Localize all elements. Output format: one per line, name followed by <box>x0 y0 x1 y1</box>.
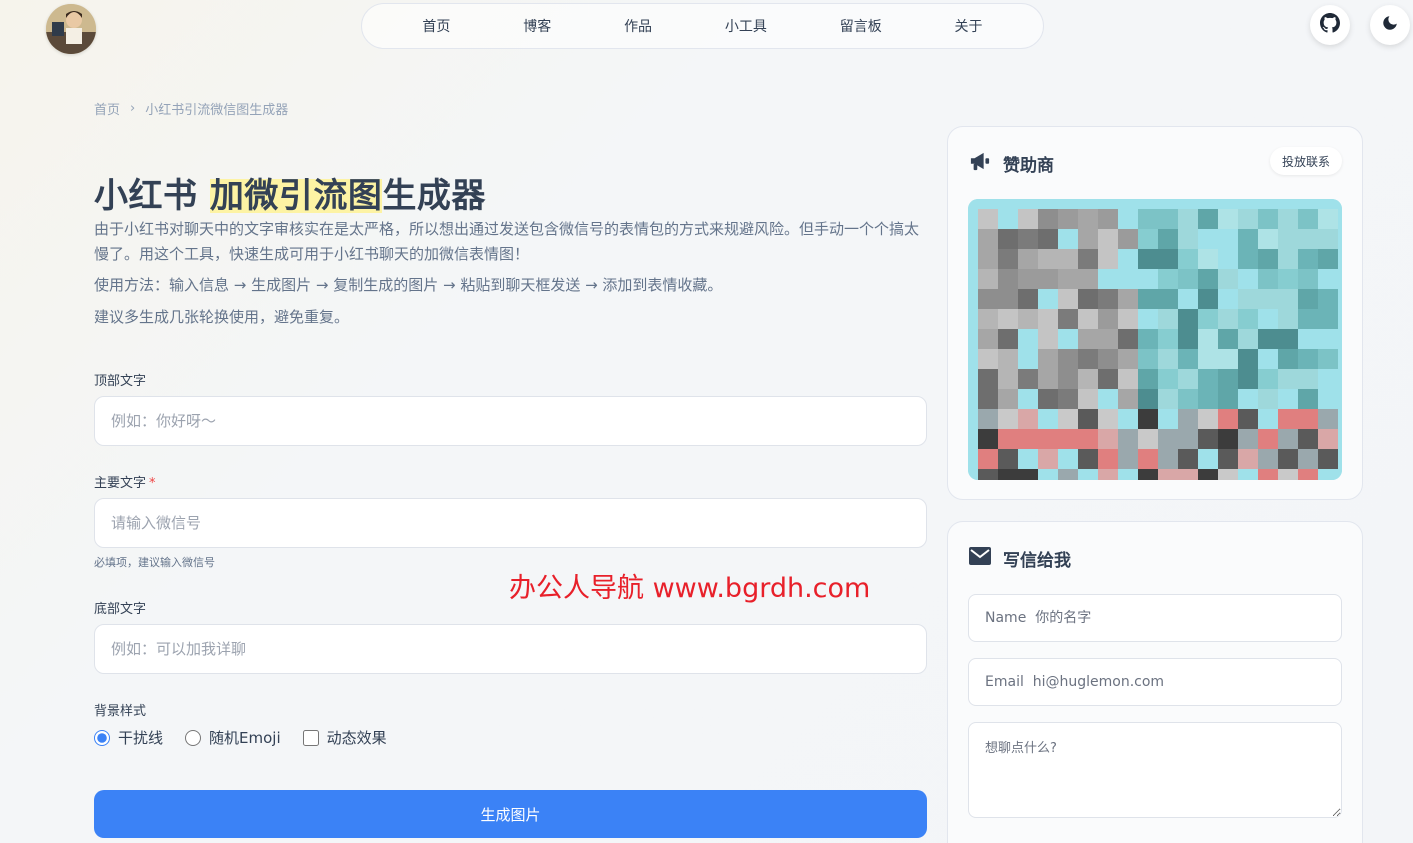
top-text-input[interactable] <box>94 396 927 446</box>
github-icon <box>1320 13 1340 37</box>
usage-instructions: 使用方法：输入信息 → 生成图片 → 复制生成的图片 → 粘贴到聊天框发送 → … <box>94 276 723 294</box>
contact-header: 写信给我 <box>969 546 1071 571</box>
megaphone-icon <box>969 151 991 176</box>
contact-title: 写信给我 <box>1003 551 1071 571</box>
main-text-label: 主要文字 * <box>94 472 156 491</box>
option-interference-lines[interactable]: 干扰线 <box>94 727 163 748</box>
title-part1: 小红书 <box>94 176 210 216</box>
ad-contact-button[interactable]: 投放联系 <box>1269 147 1342 175</box>
sponsor-card: 赞助商 投放联系 <box>947 126 1363 500</box>
title-highlight: 加微引流图 <box>209 176 383 216</box>
main-nav: 首页 博客 作品 小工具 留言板 关于 <box>361 3 1044 49</box>
top-text-label: 顶部文字 <box>94 374 147 389</box>
required-marker: * <box>149 476 156 491</box>
breadcrumb: 首页 › 小红书引流微信图生成器 <box>94 99 288 118</box>
background-style-options: 干扰线 随机Emoji 动态效果 <box>94 727 387 748</box>
usage-tip: 建议多生成几张轮换使用，避免重复。 <box>94 308 350 326</box>
contact-card: 写信给我 <box>947 521 1363 843</box>
breadcrumb-current: 小红书引流微信图生成器 <box>145 103 289 118</box>
moon-icon <box>1381 14 1399 36</box>
avatar[interactable] <box>46 4 96 54</box>
theme-toggle-button[interactable] <box>1370 5 1410 45</box>
name-input[interactable] <box>968 594 1342 642</box>
nav-item-tools[interactable]: 小工具 <box>725 16 767 36</box>
background-style-label: 背景样式 <box>94 704 147 719</box>
nav-item-guestbook[interactable]: 留言板 <box>840 16 882 36</box>
option-label: 动态效果 <box>326 729 387 747</box>
page-title: 小红书 加微引流图生成器 <box>94 168 486 217</box>
message-textarea[interactable] <box>968 722 1342 818</box>
sponsor-image[interactable] <box>968 199 1342 480</box>
main-text-input[interactable] <box>94 498 927 548</box>
bottom-text-label: 底部文字 <box>94 602 147 617</box>
nav-item-blog[interactable]: 博客 <box>523 16 551 36</box>
watermark-text: 办公人导航 www.bgrdh.com <box>509 573 871 604</box>
breadcrumb-home[interactable]: 首页 <box>94 99 120 118</box>
mail-icon <box>969 547 991 570</box>
generate-image-button[interactable]: 生成图片 <box>94 790 927 838</box>
email-input[interactable] <box>968 658 1342 706</box>
option-animated-effect[interactable]: 动态效果 <box>302 727 387 748</box>
option-label: 干扰线 <box>118 729 164 747</box>
nav-item-works[interactable]: 作品 <box>624 16 652 36</box>
random-emoji-radio[interactable] <box>185 729 202 746</box>
github-button[interactable] <box>1310 5 1350 45</box>
title-part2: 生成器 <box>382 176 486 216</box>
bottom-text-input[interactable] <box>94 624 927 674</box>
page-description: 由于小红书对聊天中的文字审核实在是太严格，所以想出通过发送包含微信号的表情包的方… <box>94 220 920 263</box>
main-text-hint: 必填项，建议输入微信号 <box>94 556 215 569</box>
animated-effect-checkbox[interactable] <box>302 729 319 746</box>
nav-item-home[interactable]: 首页 <box>422 16 450 36</box>
sponsor-title: 赞助商 <box>1003 156 1054 176</box>
option-label: 随机Emoji <box>209 729 281 747</box>
breadcrumb-separator: › <box>130 101 136 116</box>
option-random-emoji[interactable]: 随机Emoji <box>185 727 281 748</box>
interference-lines-radio[interactable] <box>94 729 110 746</box>
nav-item-about[interactable]: 关于 <box>955 16 983 36</box>
sponsor-header: 赞助商 <box>969 151 1054 176</box>
main-text-label-text: 主要文字 <box>94 476 147 491</box>
